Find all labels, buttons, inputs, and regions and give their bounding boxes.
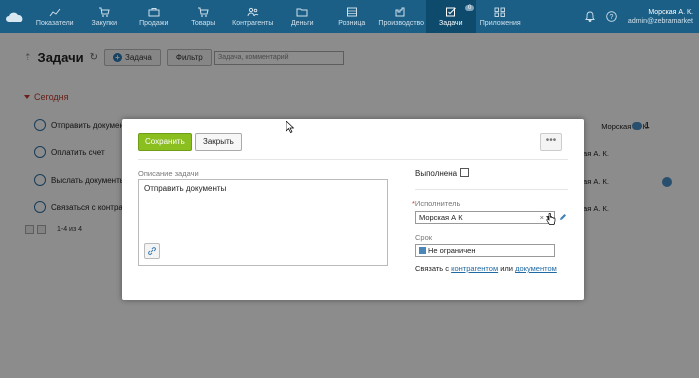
task-edit-dialog: Сохранить Закрыть ••• Описание задачи От…	[122, 119, 584, 300]
due-value: Не ограничен	[428, 246, 476, 255]
nav-item-label: Розница	[338, 19, 366, 27]
apps-icon	[494, 7, 506, 17]
hand-cursor-icon	[546, 212, 556, 228]
user-name: Морская А. К.	[648, 8, 693, 16]
svg-text:?: ?	[610, 14, 614, 21]
done-checkbox[interactable]	[460, 168, 469, 177]
attach-link-button[interactable]	[144, 243, 160, 259]
link-with-text: Связать с контрагентом или документом	[415, 264, 557, 273]
clear-icon[interactable]: ×	[540, 212, 544, 223]
more-options-button[interactable]: •••	[540, 133, 562, 151]
user-email: admin@zebramarket	[627, 17, 693, 25]
top-navigation: Показатели Закупки Продажи Товары Контрагент…	[0, 0, 699, 33]
assignee-value: Морская А К	[419, 213, 463, 222]
factory-icon	[395, 7, 407, 17]
assignee-select[interactable]: Морская А К ×	[415, 211, 555, 224]
nav-item-label: Товары	[191, 19, 216, 27]
user-menu[interactable]: Морская А. К. admin@zebramarket	[628, 8, 693, 26]
assignee-label: *Исполнитель	[412, 199, 460, 208]
save-button[interactable]: Сохранить	[138, 133, 192, 151]
due-label: Срок	[415, 233, 433, 242]
nav-item-0[interactable]: Показатели	[30, 0, 80, 33]
nav-item-label: Производство	[378, 19, 425, 27]
nav-item-label: Деньги	[290, 19, 314, 27]
description-label: Описание задачи	[138, 169, 199, 178]
nav-item-3[interactable]: Товары	[179, 0, 229, 33]
nav-item-9[interactable]: Приложения	[476, 0, 526, 33]
help-icon[interactable]: ?	[606, 11, 618, 23]
cloud-logo-icon[interactable]	[0, 0, 30, 33]
close-button[interactable]: Закрыть	[195, 133, 242, 151]
mouse-pointer-icon	[285, 120, 295, 135]
tasks-count-badge: 0	[465, 5, 475, 11]
nav-item-7[interactable]: Производство	[377, 0, 427, 33]
nav-item-label: Закупки	[91, 19, 118, 27]
assignee-label-text: Исполнитель	[414, 199, 461, 208]
chain-link-icon	[148, 247, 156, 255]
cart-icon	[197, 7, 209, 17]
nav-item-label: Продажи	[139, 19, 169, 27]
divider	[138, 159, 568, 160]
nav-item-label: Задачи	[438, 19, 463, 27]
nav-item-6[interactable]: Розница	[327, 0, 377, 33]
folder-icon	[296, 7, 308, 17]
done-label: Выполнена	[415, 169, 458, 178]
link-or: или	[498, 264, 516, 273]
link-prefix: Связать с	[415, 264, 452, 273]
calendar-icon	[419, 247, 426, 254]
chart-icon	[49, 7, 61, 17]
description-textarea[interactable]: Отправить документы	[138, 179, 388, 266]
register-icon	[346, 7, 358, 17]
link-contractor[interactable]: контрагентом	[451, 264, 498, 273]
nav-item-label: Контрагенты	[232, 19, 274, 27]
nav-item-4[interactable]: Контрагенты	[228, 0, 278, 33]
due-date-field[interactable]: Не ограничен	[415, 244, 555, 257]
nav-item-2[interactable]: Продажи	[129, 0, 179, 33]
link-document[interactable]: документом	[515, 264, 557, 273]
divider	[415, 189, 568, 190]
nav-item-label: Показатели	[35, 19, 74, 27]
bell-icon[interactable]	[584, 11, 596, 23]
checkbox-icon	[445, 7, 457, 17]
briefcase-icon	[148, 7, 160, 17]
people-icon	[247, 7, 259, 17]
nav-item-1[interactable]: Закупки	[80, 0, 130, 33]
pencil-icon[interactable]	[559, 213, 567, 221]
nav-item-5[interactable]: Деньги	[278, 0, 328, 33]
nav-item-label: Приложения	[479, 19, 521, 27]
cart-icon	[98, 7, 110, 17]
